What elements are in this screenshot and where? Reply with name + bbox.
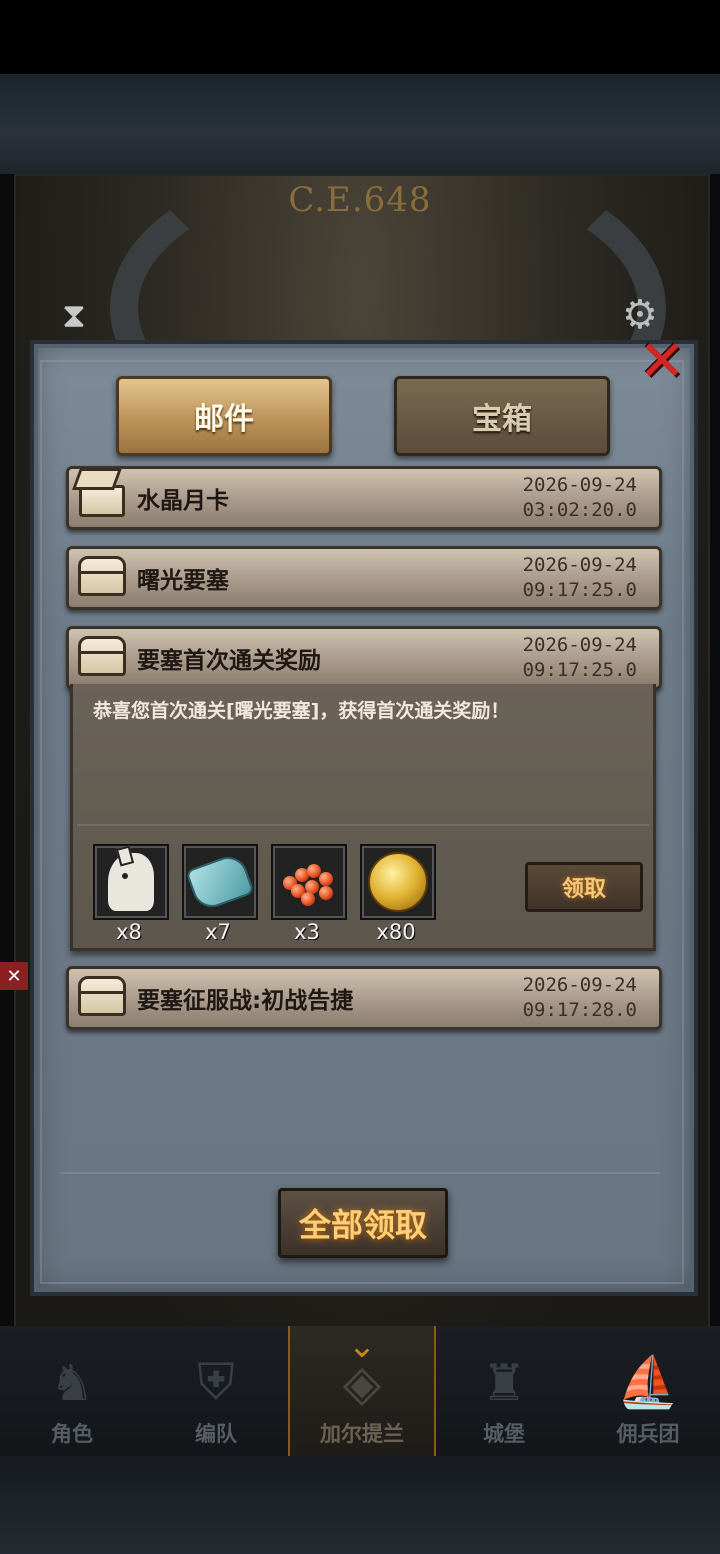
open-chest-icon — [77, 473, 127, 519]
tab-mail[interactable]: 邮件 — [116, 376, 332, 456]
mail-title: 曙光要塞 — [137, 568, 229, 594]
mail-date: 2026-09-24 — [522, 554, 637, 576]
mail-item[interactable]: 要塞征服战:初战告捷 2026-09-24 09:17:28.0 — [66, 966, 662, 1030]
mail-title: 要塞首次通关奖励 — [137, 648, 321, 674]
mail-timestamp: 2026-09-24 09:17:28.0 — [523, 973, 637, 1023]
era-label: C.E.648 — [288, 180, 432, 220]
reward-count: x80 — [376, 920, 416, 944]
status-bar — [0, 0, 720, 74]
crossed-swords-icon: ✕ — [0, 962, 28, 990]
mail-date: 2026-09-24 — [522, 474, 637, 496]
reward-item[interactable] — [360, 844, 436, 920]
chevron-down-icon: ⌄ — [347, 1326, 377, 1366]
close-button[interactable]: ✕ — [636, 329, 688, 394]
bottom-nav: ♞ 角色 ⛨ 编队 ⌄ ◈ 加尔提兰 ♜ 城堡 ⛵ 佣兵团 — [0, 1326, 720, 1456]
reward-count: x7 — [205, 920, 231, 944]
mail-timestamp: 2026-09-24 09:17:25.0 — [523, 553, 637, 603]
mail-item[interactable]: 水晶月卡 2026-09-24 03:02:20.0 — [66, 466, 662, 530]
helmet-icon: ⛨ — [197, 1353, 235, 1411]
mail-time: 09:17:25.0 — [522, 659, 637, 681]
reward-item[interactable] — [271, 844, 347, 920]
mail-item[interactable]: 曙光要塞 2026-09-24 09:17:25.0 — [66, 546, 662, 610]
nav-item-mercenary[interactable]: ⛵ 佣兵团 — [576, 1326, 720, 1456]
horse-icon — [106, 851, 156, 913]
nav-item-character[interactable]: ♞ 角色 — [0, 1326, 144, 1456]
reward-item[interactable] — [182, 844, 258, 920]
mail-date: 2026-09-24 — [522, 974, 637, 996]
chest-icon — [77, 633, 127, 679]
mail-title: 要塞征服战:初战告捷 — [137, 988, 354, 1014]
nav-label: 加尔提兰 — [320, 1422, 404, 1446]
red-beads-icon — [279, 858, 339, 906]
nav-label: 城堡 — [483, 1422, 525, 1446]
mail-body: 恭喜您首次通关[曙光要塞]，获得首次通关奖励！ x8 x7 x3 x80 领取 — [70, 684, 656, 951]
mail-date: 2026-09-24 — [522, 634, 637, 656]
reward-item[interactable] — [93, 844, 169, 920]
nav-item-castle[interactable]: ♜ 城堡 — [432, 1326, 576, 1456]
cloth-icon — [185, 851, 255, 913]
nav-label: 佣兵团 — [616, 1422, 680, 1446]
castle-icon: ♜ — [481, 1354, 527, 1412]
mail-time: 03:02:20.0 — [522, 499, 637, 521]
mail-time: 09:17:28.0 — [522, 999, 637, 1021]
ship-icon: ⛵ — [616, 1353, 680, 1411]
nav-label: 角色 — [51, 1422, 93, 1446]
mail-timestamp: 2026-09-24 09:17:25.0 — [523, 633, 637, 683]
close-icon: ✕ — [638, 329, 686, 394]
mail-timestamp: 2026-09-24 03:02:20.0 — [523, 473, 637, 523]
mail-time: 09:17:25.0 — [522, 579, 637, 601]
chest-icon — [77, 973, 127, 1019]
claim-button[interactable]: 领取 — [525, 862, 643, 912]
claim-all-button[interactable]: 全部领取 — [278, 1188, 448, 1258]
tab-chest[interactable]: 宝箱 — [394, 376, 610, 456]
mail-message: 恭喜您首次通关[曙光要塞]，获得首次通关奖励！ — [93, 700, 510, 722]
reward-count: x3 — [294, 920, 320, 944]
reward-count: x8 — [116, 920, 142, 944]
mail-item-expanded[interactable]: 要塞首次通关奖励 2026-09-24 09:17:25.0 — [66, 626, 662, 690]
nav-item-galtilan[interactable]: ⌄ ◈ 加尔提兰 — [288, 1326, 436, 1456]
mail-title: 水晶月卡 — [137, 488, 229, 514]
gold-coin-icon — [368, 852, 428, 912]
divider — [77, 824, 649, 826]
nav-label: 编队 — [195, 1422, 237, 1446]
chest-icon — [77, 553, 127, 599]
divider — [60, 1172, 660, 1174]
knight-icon: ♞ — [49, 1354, 95, 1412]
hourglass-icon: ⧗ — [62, 296, 86, 336]
nav-item-formation[interactable]: ⛨ 编队 — [144, 1326, 288, 1456]
footer-strip — [0, 1456, 720, 1554]
